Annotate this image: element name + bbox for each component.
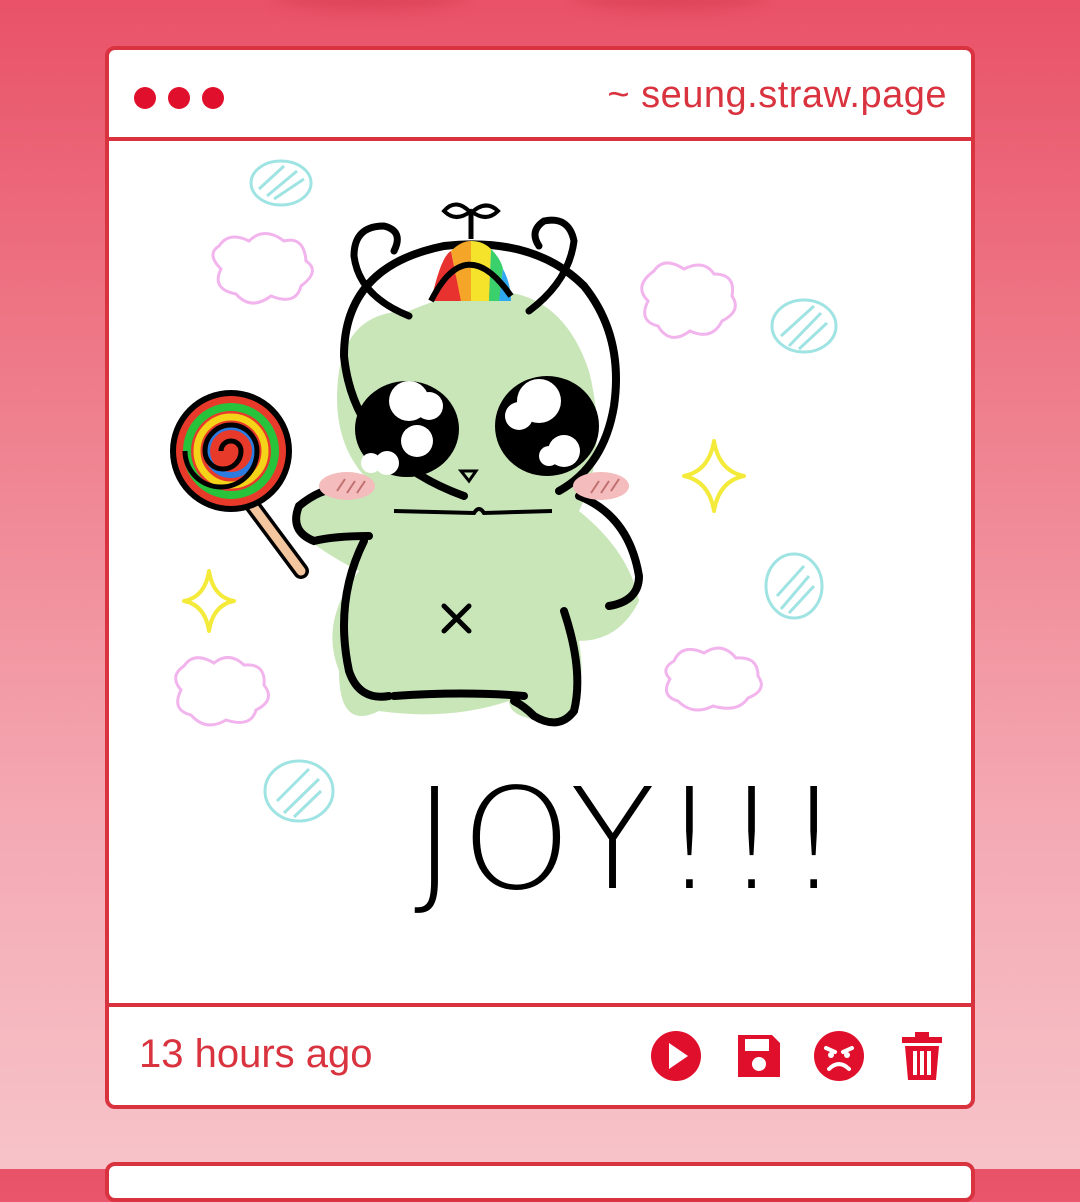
decor-shadow-left	[270, 0, 470, 10]
window-dot-2	[168, 87, 190, 109]
window-titlebar: ~ seung.straw.page	[109, 50, 971, 141]
trash-icon	[902, 1032, 942, 1080]
post-footer: 13 hours ago	[109, 1003, 971, 1105]
post-card: ~ seung.straw.page JOY!!! 13 hours ago	[105, 46, 975, 1109]
lollipop	[170, 390, 309, 579]
post-timestamp: 13 hours ago	[139, 1032, 373, 1076]
angry-face-icon	[814, 1031, 864, 1081]
drawing-caption: JOY!!!	[414, 759, 848, 922]
save-button[interactable]	[732, 1029, 786, 1083]
save-icon	[738, 1035, 780, 1077]
window-dot-3	[202, 87, 224, 109]
site-url-link[interactable]: ~ seung.straw.page	[607, 74, 947, 117]
next-post-card	[105, 1162, 975, 1202]
alien-character	[292, 202, 644, 727]
play-icon	[651, 1031, 701, 1081]
play-button[interactable]	[649, 1029, 703, 1083]
decor-shadow-right	[570, 0, 770, 10]
window-dot-1	[134, 87, 156, 109]
drawing-canvas: JOY!!!	[109, 141, 971, 1007]
delete-button[interactable]	[895, 1029, 949, 1083]
dislike-button[interactable]	[812, 1029, 866, 1083]
